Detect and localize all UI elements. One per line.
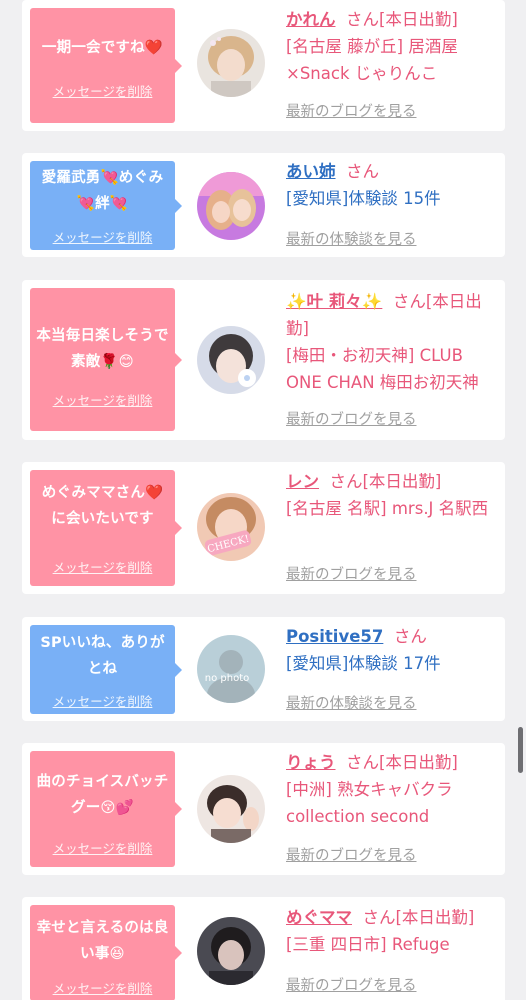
scrollbar[interactable] xyxy=(518,727,523,773)
shop-info: [愛知県]体験談 17件 xyxy=(286,654,441,673)
message-bubble: 愛羅武勇💘めぐみ💘絆💘 メッセージを削除 xyxy=(30,161,182,250)
blog-link[interactable]: 最新のブログを見る xyxy=(286,974,417,995)
avatar[interactable] xyxy=(197,326,265,394)
avatar[interactable] xyxy=(197,172,265,240)
sender-name[interactable]: ✨叶 莉々✨ xyxy=(286,292,382,311)
message-text: 一期一会ですね❤️ xyxy=(41,40,164,56)
sender-info: ✨叶 莉々✨ さん[本日出勤] [梅田・お初天神] CLUB ONE CHAN … xyxy=(286,288,501,396)
message-bubble: めぐみママさん❤️に会いたいです メッセージを削除 xyxy=(30,470,182,586)
message-card: めぐみママさん❤️に会いたいです メッセージを削除 CHECK! レン さん[本… xyxy=(22,462,505,594)
avatar-caption: no photo xyxy=(205,673,249,684)
blog-link[interactable]: 最新のブログを見る xyxy=(286,563,417,584)
message-text: 愛羅武勇💘めぐみ💘絆💘 xyxy=(41,170,164,212)
sender-info: レン さん[本日出勤] [名古屋 名駅] mrs.J 名駅西 xyxy=(286,468,501,522)
shop-info: [梅田・お初天神] CLUB ONE CHAN 梅田お初天神 xyxy=(286,346,479,392)
message-card: 愛羅武勇💘めぐみ💘絆💘 メッセージを削除 あい姉 さん [愛知県]体験談 15件… xyxy=(22,153,505,257)
shop-info: [三重 四日市] Refuge xyxy=(286,935,450,954)
blog-link[interactable]: 最新のブログを見る xyxy=(286,408,417,429)
message-text: 本当毎日楽しそうで素敵🌹😊 xyxy=(36,328,169,370)
delete-message-link[interactable]: メッセージを削除 xyxy=(30,227,175,246)
shop-info: [中洲] 熟女キャバクラcollection second xyxy=(286,780,453,826)
delete-message-link[interactable]: メッセージを削除 xyxy=(30,557,175,576)
sender-status: さん xyxy=(393,627,427,646)
delete-message-link[interactable]: メッセージを削除 xyxy=(30,838,175,857)
message-card: SPいいね、ありがとね メッセージを削除 no photo Positive57… xyxy=(22,617,505,721)
shop-info: [名古屋 名駅] mrs.J 名駅西 xyxy=(286,499,489,518)
avatar[interactable] xyxy=(197,29,265,97)
delete-message-link[interactable]: メッセージを削除 xyxy=(30,390,175,409)
shop-info: [名古屋 藤が丘] 居酒屋×Snack じゃりんこ xyxy=(286,37,458,83)
avatar[interactable]: CHECK! xyxy=(197,493,265,561)
blog-link[interactable]: 最新のブログを見る xyxy=(286,844,417,865)
message-text: 幸せと言えるのは良い事😆 xyxy=(36,920,169,962)
avatar[interactable]: no photo xyxy=(197,635,265,703)
sender-name[interactable]: レン xyxy=(286,472,319,491)
shop-info: [愛知県]体験談 15件 xyxy=(286,189,441,208)
delete-message-link[interactable]: メッセージを削除 xyxy=(30,978,175,997)
message-bubble: 本当毎日楽しそうで素敵🌹😊 メッセージを削除 xyxy=(30,288,182,431)
sender-name[interactable]: めぐママ xyxy=(286,908,352,927)
experience-link[interactable]: 最新の体験談を見る xyxy=(286,692,417,713)
sender-info: かれん さん[本日出勤] [名古屋 藤が丘] 居酒屋×Snack じゃりんこ xyxy=(286,6,501,87)
sender-status: さん[本日出勤] xyxy=(329,472,442,491)
sender-info: りょう さん[本日出勤] [中洲] 熟女キャバクラcollection seco… xyxy=(286,749,501,830)
message-text: めぐみママさん❤️に会いたいです xyxy=(41,485,164,527)
sender-info: Positive57 さん [愛知県]体験談 17件 xyxy=(286,623,501,677)
message-bubble: 一期一会ですね❤️ メッセージを削除 xyxy=(30,8,182,123)
sender-status: さん[本日出勤] xyxy=(362,908,475,927)
message-bubble: 幸せと言えるのは良い事😆 メッセージを削除 xyxy=(30,905,182,1000)
message-text: 曲のチョイスバッチグー😚💕 xyxy=(36,774,169,816)
message-card: 一期一会ですね❤️ メッセージを削除 かれん さん[本日出勤] [名古屋 藤が丘… xyxy=(22,0,505,131)
message-card: 幸せと言えるのは良い事😆 メッセージを削除 めぐママ さん[本日出勤] [三重 … xyxy=(22,897,505,1000)
sender-status: さん[本日出勤] xyxy=(346,753,458,772)
delete-message-link[interactable]: メッセージを削除 xyxy=(30,81,175,100)
message-text: SPいいね、ありがとね xyxy=(40,635,165,677)
sender-name[interactable]: かれん xyxy=(286,10,336,29)
delete-message-link[interactable]: メッセージを削除 xyxy=(30,691,175,710)
message-feed: 一期一会ですね❤️ メッセージを削除 かれん さん[本日出勤] [名古屋 藤が丘… xyxy=(0,0,526,1000)
avatar[interactable] xyxy=(197,775,265,843)
sender-name[interactable]: あい姉 xyxy=(286,162,336,181)
blog-link[interactable]: 最新のブログを見る xyxy=(286,100,417,121)
sender-info: あい姉 さん [愛知県]体験談 15件 xyxy=(286,158,501,212)
sender-name[interactable]: Positive57 xyxy=(286,627,383,646)
sender-info: めぐママ さん[本日出勤] [三重 四日市] Refuge xyxy=(286,904,501,958)
message-bubble: 曲のチョイスバッチグー😚💕 メッセージを削除 xyxy=(30,751,182,867)
message-card: 本当毎日楽しそうで素敵🌹😊 メッセージを削除 ✨叶 莉々✨ さん[本日出勤] [… xyxy=(22,280,505,440)
sender-status: さん xyxy=(346,162,379,181)
message-bubble: SPいいね、ありがとね メッセージを削除 xyxy=(30,625,182,714)
sender-name[interactable]: りょう xyxy=(286,753,336,772)
avatar[interactable] xyxy=(197,917,265,985)
sender-status: さん[本日出勤] xyxy=(346,10,458,29)
experience-link[interactable]: 最新の体験談を見る xyxy=(286,228,417,249)
message-card: 曲のチョイスバッチグー😚💕 メッセージを削除 りょう さん[本日出勤] [中洲]… xyxy=(22,743,505,875)
